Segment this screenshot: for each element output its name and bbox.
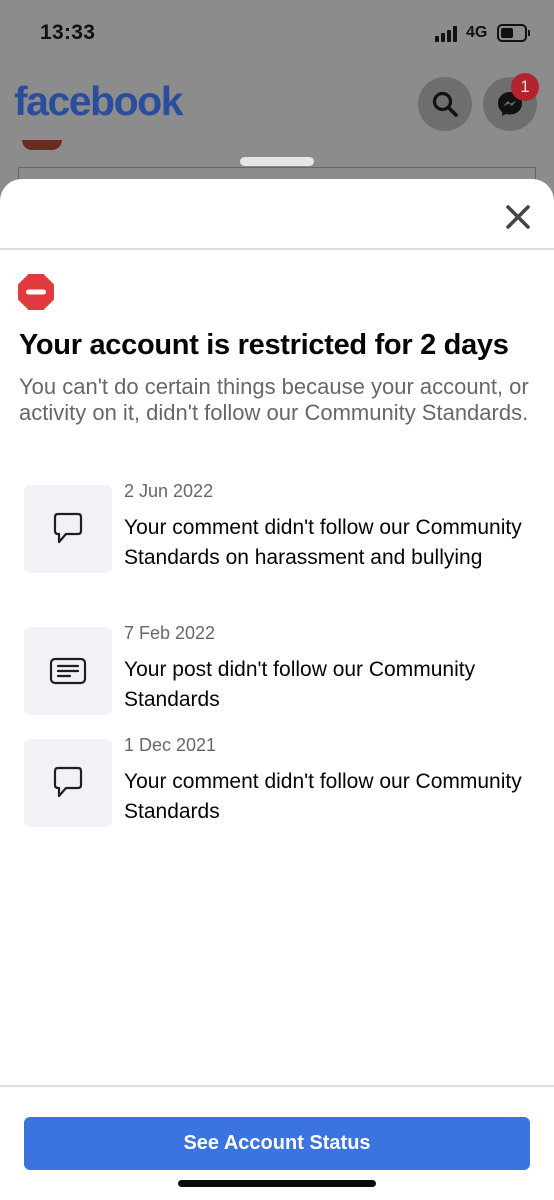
comment-icon xyxy=(53,512,83,544)
footer-divider xyxy=(0,1085,554,1087)
comment-icon xyxy=(53,766,83,798)
battery-icon xyxy=(497,24,530,42)
violation-date: 2 Jun 2022 xyxy=(124,481,214,501)
violation-icon-box xyxy=(24,739,112,827)
see-account-status-button[interactable]: See Account Status xyxy=(24,1117,530,1170)
search-button[interactable] xyxy=(418,77,472,131)
violation-text: Your comment didn't follow our Community… xyxy=(124,770,522,823)
search-icon xyxy=(432,91,458,117)
restriction-subtitle: You can't do certain things because your… xyxy=(19,374,529,425)
status-bar: 13:33 4G xyxy=(0,0,554,66)
home-indicator[interactable] xyxy=(178,1180,376,1187)
violation-text: Your comment didn't follow our Community… xyxy=(124,516,522,569)
no-entry-icon xyxy=(18,274,54,310)
restriction-sheet: Your account is restricted for 2 days Yo… xyxy=(0,179,554,1200)
close-button[interactable] xyxy=(499,198,537,236)
feed-avatar-peek xyxy=(22,140,62,150)
messenger-badge: 1 xyxy=(511,73,539,101)
restriction-title: Your account is restricted for 2 days xyxy=(19,329,509,361)
violation-date: 1 Dec 2021 xyxy=(124,735,217,755)
network-type: 4G xyxy=(466,24,488,41)
violation-date: 7 Feb 2022 xyxy=(124,623,216,643)
sheet-drag-handle[interactable] xyxy=(240,157,314,166)
signal-icon xyxy=(435,26,459,42)
violation-icon-box xyxy=(24,627,112,715)
violation-icon-box xyxy=(24,485,112,573)
violation-text: Your post didn't follow our Community St… xyxy=(124,658,476,711)
close-icon xyxy=(506,205,530,229)
background-app: 13:33 4G facebook 1 xyxy=(0,0,554,200)
sheet-header xyxy=(0,179,554,250)
status-time: 13:33 xyxy=(40,21,96,44)
post-icon xyxy=(49,657,87,685)
facebook-logo: facebook xyxy=(14,78,184,124)
